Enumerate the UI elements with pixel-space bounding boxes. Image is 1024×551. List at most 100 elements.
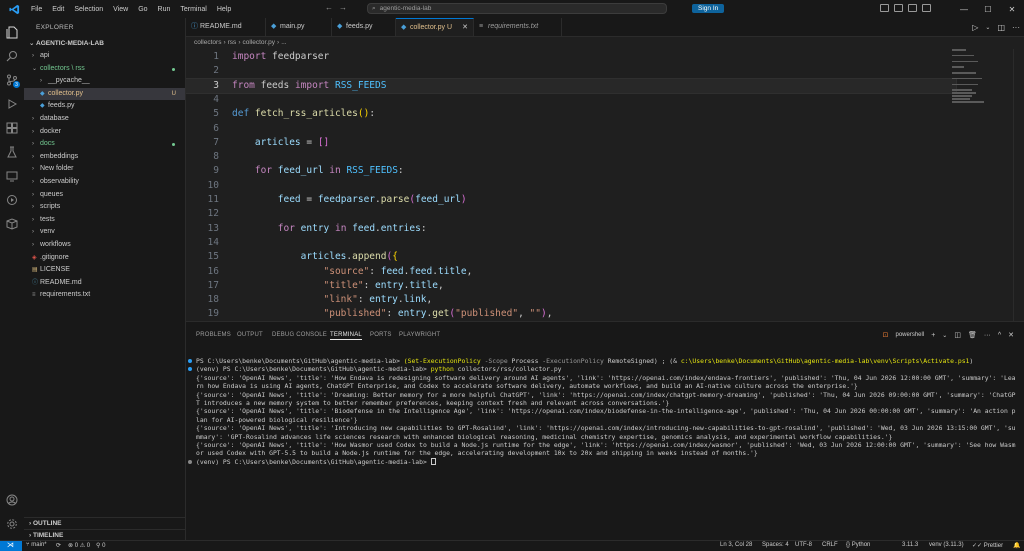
tree-item[interactable]: › queues (24, 189, 185, 202)
encoding-status[interactable]: UTF-8 (795, 542, 812, 548)
sign-in-button[interactable]: Sign In (692, 4, 725, 13)
eol-status[interactable]: CRLF (822, 542, 838, 548)
run-python-icon[interactable]: ▷ (972, 23, 978, 32)
notifications-bell-icon[interactable]: 🔔 (1013, 542, 1020, 549)
tree-item[interactable]: ≡ requirements.txt (24, 289, 185, 302)
menu-item-edit[interactable]: Edit (47, 6, 69, 13)
outline-section[interactable]: › OUTLINE (24, 517, 185, 529)
panel-tab-ports[interactable]: PORTS (370, 332, 392, 338)
panel-tab-debug-console[interactable]: DEBUG CONSOLE (272, 332, 327, 338)
tree-item[interactable]: ⌄ collectors \ rss (24, 63, 185, 76)
tree-item[interactable]: ◆ feeds.py (24, 100, 185, 113)
new-terminal-icon[interactable]: + (931, 332, 935, 339)
prettier-status[interactable]: ✓✓ Prettier (972, 542, 1003, 549)
editor-tab[interactable]: ⓘ README.md (186, 18, 266, 36)
more-actions-icon[interactable]: ··· (1012, 23, 1020, 32)
menu-item-file[interactable]: File (26, 6, 47, 13)
editor-tab[interactable]: ◆ feeds.py (332, 18, 396, 36)
chevron-down-icon[interactable]: ⌄ (985, 24, 990, 31)
maximize-icon[interactable]: ☐ (976, 0, 1000, 18)
close-panel-icon[interactable]: ✕ (1008, 331, 1014, 339)
tree-item[interactable]: ⓘ README.md (24, 277, 185, 290)
split-editor-icon[interactable]: ◫ (997, 23, 1005, 32)
trash-icon[interactable]: 🗑 (968, 331, 977, 339)
close-tab-icon[interactable]: ✕ (462, 19, 468, 37)
breadcrumb-item[interactable]: rss (228, 39, 237, 46)
forward-arrow-icon[interactable]: → (339, 3, 347, 12)
editor-tab[interactable]: ≡ requirements.txt (474, 18, 562, 36)
tree-item[interactable]: ▤ LICENSE (24, 264, 185, 277)
editor-scrollbar[interactable] (1013, 49, 1024, 321)
menu-item-terminal[interactable]: Terminal (175, 6, 211, 13)
remote-explorer-icon[interactable] (4, 168, 20, 184)
toggle-panel-icon[interactable] (894, 4, 903, 12)
command-center-search[interactable]: ⌕ agentic-media-lab (367, 3, 667, 14)
breadcrumb-item[interactable]: ... (281, 39, 286, 46)
github-actions-icon[interactable] (4, 192, 20, 208)
tree-item[interactable]: › tests (24, 214, 185, 227)
panel-tab-playwright[interactable]: PLAYWRIGHT (399, 332, 440, 338)
maximize-panel-icon[interactable]: ^ (998, 332, 1001, 339)
sync-icon[interactable]: ⟳ (56, 542, 61, 549)
venv-status[interactable]: venv (3.11.3) (929, 542, 964, 548)
tree-item[interactable]: ◆ collector.py U (24, 87, 185, 101)
chevron-down-icon[interactable]: ⌄ (942, 332, 947, 339)
tree-item[interactable]: › venv (24, 226, 185, 239)
terminal-output[interactable]: PS C:\Users\benke\Documents\GitHub\agent… (188, 357, 1016, 466)
tree-item[interactable]: › embeddings (24, 151, 185, 164)
editor-tab[interactable]: ◆ main.py (266, 18, 332, 36)
language-status[interactable]: {} Python (846, 542, 870, 548)
tree-item[interactable]: › docs (24, 138, 185, 151)
toggle-sidebar-icon[interactable] (880, 4, 889, 12)
testing-icon[interactable] (4, 144, 20, 160)
command-decoration-icon[interactable] (188, 459, 192, 464)
workspace-root[interactable]: ⌄ AGENTIC-MEDIA-LAB (24, 38, 185, 50)
minimap[interactable] (952, 49, 1002, 109)
tree-item[interactable]: › __pycache__ (24, 75, 185, 88)
back-arrow-icon[interactable]: ← (325, 3, 333, 12)
close-icon[interactable]: ✕ (1000, 0, 1024, 18)
tree-item[interactable]: › workflows (24, 239, 185, 252)
menu-item-view[interactable]: View (108, 6, 133, 13)
toggle-secondary-sidebar-icon[interactable] (908, 4, 917, 12)
settings-gear-icon[interactable] (4, 516, 20, 532)
panel-tab-output[interactable]: OUTPUT (237, 332, 263, 338)
editor-tab[interactable]: ◆ collector.py U ✕ (396, 18, 474, 36)
command-decoration-icon[interactable] (188, 367, 192, 372)
search-icon[interactable] (4, 48, 20, 64)
tree-item[interactable]: › scripts (24, 201, 185, 214)
more-actions-icon[interactable]: ··· (984, 332, 991, 339)
breadcrumb-item[interactable]: collector.py (242, 39, 275, 46)
account-icon[interactable] (4, 492, 20, 508)
extensions-icon[interactable] (4, 120, 20, 136)
cursor-position[interactable]: Ln 3, Col 28 (720, 542, 752, 548)
menu-item-go[interactable]: Go (133, 6, 152, 13)
breadcrumb-item[interactable]: collectors (194, 39, 221, 46)
docker-icon[interactable] (4, 216, 20, 232)
tree-item[interactable]: › New folder (24, 163, 185, 176)
source-control-icon[interactable]: 3 (4, 72, 20, 88)
tree-item[interactable]: › api (24, 50, 185, 63)
explorer-icon[interactable] (4, 24, 20, 40)
run-debug-icon[interactable] (4, 96, 20, 112)
command-decoration-icon[interactable] (188, 359, 192, 363)
customize-layout-icon[interactable] (922, 4, 931, 12)
code-editor[interactable]: 1 import feedparser 2 3 from feeds import RS… (186, 49, 1024, 321)
menu-item-help[interactable]: Help (212, 6, 236, 13)
indentation-status[interactable]: Spaces: 4 (762, 542, 789, 548)
tree-item[interactable]: › observability (24, 176, 185, 189)
problems-status[interactable]: ⊗ 0 ⚠ 0 (68, 542, 90, 549)
tree-item[interactable]: ◈ .gitignore (24, 252, 185, 265)
python-version-status[interactable]: 3.11.3 (902, 542, 918, 548)
panel-tab-terminal[interactable]: TERMINAL (330, 332, 362, 340)
minimize-icon[interactable]: — (952, 0, 976, 18)
split-terminal-icon[interactable]: ◫ (954, 331, 961, 339)
branch-status[interactable]: ⑂ main* (26, 542, 47, 548)
ports-status[interactable]: ⚲ 0 (96, 542, 105, 549)
panel-tab-problems[interactable]: PROBLEMS (196, 332, 231, 338)
tree-item[interactable]: › database (24, 113, 185, 126)
menu-item-run[interactable]: Run (153, 6, 176, 13)
terminal-shell-label[interactable]: powershell (896, 332, 925, 338)
tree-item[interactable]: › docker (24, 126, 185, 139)
menu-item-selection[interactable]: Selection (69, 6, 108, 13)
